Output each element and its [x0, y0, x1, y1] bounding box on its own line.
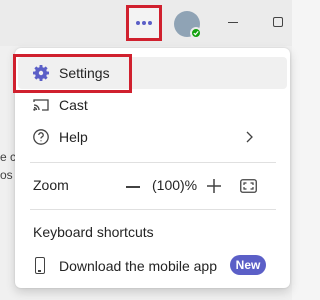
menu-divider	[30, 209, 276, 210]
zoom-in-button[interactable]	[206, 178, 222, 194]
minimize-icon[interactable]	[228, 22, 238, 23]
settings-highlight-box	[13, 54, 132, 93]
more-options-button[interactable]	[126, 5, 162, 41]
new-badge: New	[230, 255, 266, 275]
download-mobile-app-item[interactable]: Download the mobile app New	[18, 251, 287, 281]
cast-icon	[32, 96, 50, 114]
zoom-value: (100)%	[152, 177, 198, 193]
menu-item-label: Cast	[59, 97, 88, 113]
phone-icon	[35, 257, 45, 274]
zoom-label: Zoom	[33, 177, 69, 193]
maximize-icon[interactable]	[273, 17, 283, 27]
background-text: os	[0, 168, 13, 182]
presence-available-icon	[190, 27, 202, 39]
help-circle-icon	[32, 128, 50, 146]
menu-divider	[30, 162, 276, 163]
zoom-out-button[interactable]	[126, 186, 140, 188]
background-text: e c	[0, 150, 17, 164]
menu-item-help[interactable]: Help	[18, 121, 287, 153]
download-mobile-app-label: Download the mobile app	[59, 258, 217, 274]
keyboard-shortcuts-item[interactable]: Keyboard shortcuts	[33, 224, 154, 240]
menu-item-label: Help	[59, 129, 88, 145]
title-bar	[0, 0, 292, 46]
menu-item-cast[interactable]: Cast	[18, 89, 287, 121]
chevron-right-icon	[246, 131, 253, 143]
more-horizontal-icon	[136, 21, 152, 25]
fullscreen-icon[interactable]	[240, 179, 257, 193]
